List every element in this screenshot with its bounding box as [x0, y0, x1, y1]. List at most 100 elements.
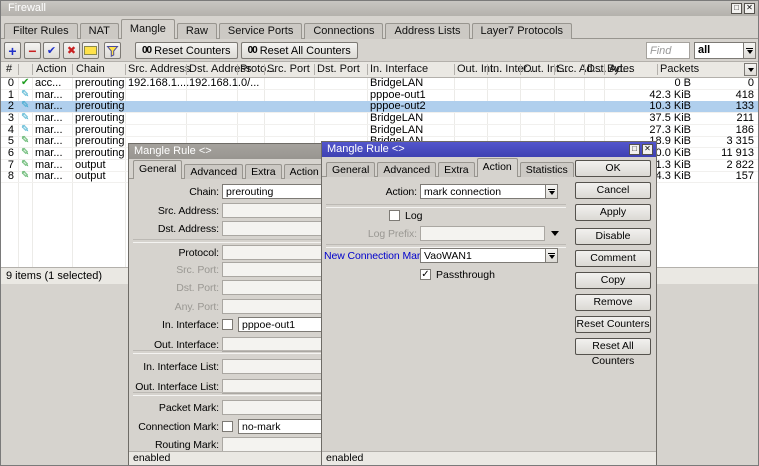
- tab-advanced[interactable]: Advanced: [184, 164, 243, 179]
- rule-packets: 157: [661, 171, 754, 182]
- rule-dst-address: 192.168.1.0/...: [189, 78, 259, 89]
- column-separator: [186, 64, 187, 75]
- tab-general[interactable]: General: [326, 162, 375, 177]
- reset-counters-button[interactable]: Reset Counters: [575, 316, 651, 333]
- column-separator: [32, 64, 33, 75]
- in-interface-not-checkbox[interactable]: [222, 319, 233, 330]
- in-interface-label: In. Interface:: [131, 319, 219, 331]
- column-separator: [454, 64, 455, 75]
- reset-all-counters-button[interactable]: Reset All Counters: [575, 338, 651, 355]
- col-packets[interactable]: Packets: [660, 63, 699, 76]
- rule-action: mar...: [35, 171, 63, 182]
- check-icon: ✔: [47, 44, 56, 57]
- counters-icon: 00: [142, 45, 151, 56]
- filter-scope-select[interactable]: all: [694, 42, 756, 59]
- col-number[interactable]: #: [6, 63, 12, 76]
- src-address-label: Src. Address:: [131, 205, 219, 217]
- passthrough-checkbox[interactable]: ✓: [420, 269, 431, 280]
- column-separator: [584, 64, 585, 75]
- chain-label: Chain:: [131, 186, 219, 198]
- dropdown-arrow-icon[interactable]: [551, 231, 559, 236]
- column-separator: [125, 64, 126, 75]
- rule-in-interface: BridgeLAN: [370, 78, 423, 89]
- col-chain[interactable]: Chain: [76, 63, 105, 76]
- apply-button[interactable]: Apply: [575, 204, 651, 221]
- rule-packets: 0: [661, 78, 754, 89]
- comment-button[interactable]: Comment: [575, 250, 651, 267]
- mangle-toolbar: + − ✔ ✖ 00 Reset Counters 00 Reset All C…: [1, 39, 758, 61]
- rule-number: 5: [1, 136, 14, 147]
- comment-button[interactable]: [82, 42, 99, 59]
- tab-layer7-protocols[interactable]: Layer7 Protocols: [472, 23, 573, 39]
- close-icon[interactable]: ✕: [744, 3, 755, 14]
- maximize-icon[interactable]: □: [731, 3, 742, 14]
- tab-filter-rules[interactable]: Filter Rules: [4, 23, 78, 39]
- packet-mark-label: Packet Mark:: [131, 402, 219, 414]
- disable-button[interactable]: Disable: [575, 228, 651, 245]
- dropdown-icon[interactable]: [545, 184, 558, 199]
- rule-action: mar...: [35, 101, 63, 112]
- dst-port-label: Dst. Port:: [131, 282, 219, 294]
- tab-statistics[interactable]: Statistics: [520, 162, 574, 177]
- maximize-icon[interactable]: □: [629, 144, 640, 155]
- enable-rule-button[interactable]: ✔: [43, 42, 60, 59]
- rule-packets: 133: [661, 101, 754, 112]
- action-select[interactable]: mark connection: [420, 184, 558, 199]
- log-label: Log: [405, 210, 423, 222]
- cross-icon: ✖: [67, 44, 76, 57]
- remove-button[interactable]: Remove: [575, 294, 651, 311]
- tab-service-ports[interactable]: Service Ports: [219, 23, 302, 39]
- rule-packets: 11 913: [661, 148, 754, 159]
- in-interface-list-label: In. Interface List:: [131, 361, 219, 373]
- column-separator: [72, 64, 73, 75]
- col-action[interactable]: Action: [36, 63, 67, 76]
- tab-advanced[interactable]: Advanced: [377, 162, 436, 177]
- main-tab-strip: Filter Rules NAT Mangle Raw Service Port…: [4, 20, 574, 39]
- col-in-interface[interactable]: In. Interface: [370, 63, 428, 76]
- dropdown-icon[interactable]: [743, 42, 756, 59]
- counters-icon: 00: [248, 45, 257, 56]
- tab-extra[interactable]: Extra: [438, 162, 475, 177]
- tab-action[interactable]: Action: [284, 164, 325, 179]
- filter-scope-value: all: [694, 42, 743, 59]
- rule-chain: prerouting: [75, 78, 125, 89]
- reset-counters-button[interactable]: 00 Reset Counters: [135, 42, 238, 59]
- action-label: Action:: [324, 186, 417, 198]
- tab-general[interactable]: General: [133, 160, 182, 179]
- col-src-port[interactable]: Src. Port: [267, 63, 310, 76]
- close-icon[interactable]: ✕: [642, 144, 653, 155]
- tab-extra[interactable]: Extra: [245, 164, 282, 179]
- rule-src-address: 192.168.1....: [128, 78, 189, 89]
- col-dst-port[interactable]: Dst. Port: [317, 63, 360, 76]
- remove-rule-button[interactable]: −: [24, 42, 41, 59]
- new-connection-mark-value: VaoWAN1: [420, 248, 545, 263]
- add-rule-button[interactable]: +: [4, 42, 21, 59]
- rule-number: 0: [1, 78, 14, 89]
- connection-mark-not-checkbox[interactable]: [222, 421, 233, 432]
- column-chooser-icon[interactable]: [744, 63, 757, 76]
- log-checkbox[interactable]: [389, 210, 400, 221]
- column-separator: [367, 64, 368, 75]
- col-bytes[interactable]: Bytes: [607, 63, 635, 76]
- cancel-button[interactable]: Cancel: [575, 182, 651, 199]
- tab-address-lists[interactable]: Address Lists: [385, 23, 469, 39]
- tab-action[interactable]: Action: [477, 158, 518, 177]
- find-input[interactable]: [646, 42, 690, 59]
- filter-button[interactable]: [104, 42, 121, 59]
- new-connection-mark-select[interactable]: VaoWAN1: [420, 248, 558, 263]
- ok-button[interactable]: OK: [575, 160, 651, 177]
- tab-mangle[interactable]: Mangle: [121, 19, 175, 39]
- tab-raw[interactable]: Raw: [177, 23, 217, 39]
- reset-all-counters-button[interactable]: 00 Reset All Counters: [241, 42, 358, 59]
- reset-all-counters-label: Reset All Counters: [260, 45, 351, 57]
- tab-nat[interactable]: NAT: [80, 23, 119, 39]
- column-separator: [314, 64, 315, 75]
- rule-action: mar...: [35, 113, 63, 124]
- col-src-address[interactable]: Src. Address: [128, 63, 190, 76]
- rule-status-label: enabled: [133, 452, 170, 464]
- disable-rule-button[interactable]: ✖: [63, 42, 80, 59]
- tab-connections[interactable]: Connections: [304, 23, 383, 39]
- minus-icon: −: [28, 45, 36, 57]
- dropdown-icon[interactable]: [545, 248, 558, 263]
- copy-button[interactable]: Copy: [575, 272, 651, 289]
